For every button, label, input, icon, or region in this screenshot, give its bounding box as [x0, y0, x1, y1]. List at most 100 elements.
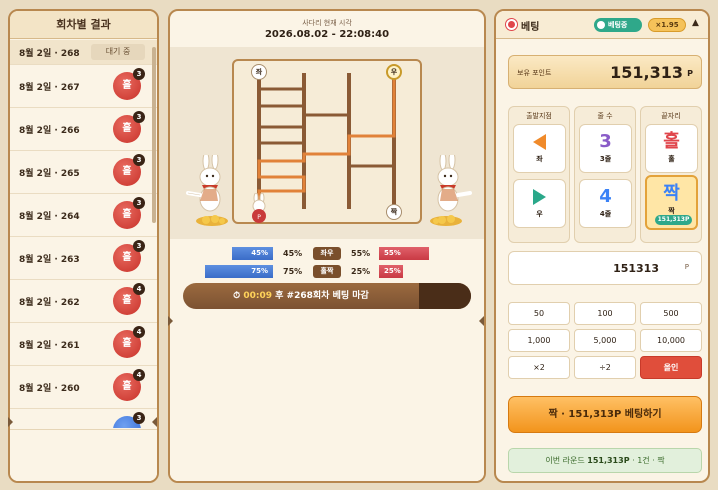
round-results-title: 회차별 결과	[10, 11, 157, 39]
chip-1000-button[interactable]: 1,000	[508, 329, 570, 352]
option-label: 우	[536, 210, 543, 218]
results-scrollbar[interactable]	[152, 47, 156, 223]
center-panel-footer	[170, 323, 484, 481]
list-item[interactable]: 8월 2일 · 264 홀 3	[10, 194, 157, 237]
betting-countdown: ⏱ 00:09 후 #268회차 베팅 마감	[183, 283, 471, 309]
chip-10000-button[interactable]: 10,000	[640, 329, 702, 352]
bet-amount-input[interactable]	[509, 252, 659, 284]
option-label: 3줄	[599, 155, 612, 163]
option-label: 홀	[668, 155, 675, 163]
option-value: 홀	[663, 131, 680, 152]
betting-header: 베팅 베팅중 ×1.95 ▲	[496, 11, 708, 39]
list-item[interactable]: 8월 2일 · 263 홀 3	[10, 237, 157, 280]
round-results-panel: 회차별 결과 8월 2일 · 268 대기 중 8월 2일 · 267 홀 3 …	[8, 9, 159, 483]
chevron-right-icon[interactable]	[8, 417, 13, 427]
chip-500-button[interactable]: 500	[640, 302, 702, 325]
list-item[interactable]: 8월 2일 · 260 홀 4	[10, 366, 157, 409]
line-count-badge: 3	[133, 154, 145, 166]
stat-label: 좌우	[313, 247, 341, 260]
collapse-icon[interactable]: ▲	[692, 18, 699, 28]
balance-unit: P	[687, 69, 693, 78]
summary-prefix: 이번 라운드	[545, 456, 588, 465]
line-count-badge: 4	[133, 326, 145, 338]
balance-value: 151,313	[610, 63, 683, 82]
option-odd[interactable]: 홀 홀	[645, 124, 698, 173]
option-left[interactable]: 좌	[513, 124, 566, 173]
chevron-left-icon[interactable]	[152, 417, 157, 427]
option-even[interactable]: 짝 짝 151,313P	[645, 175, 698, 230]
countdown-remaining	[419, 283, 471, 309]
option-value: 짝	[663, 183, 680, 204]
even-bar: 25%	[379, 265, 403, 278]
round-summary: 이번 라운드 151,313P · 1건 · 짝	[508, 448, 702, 473]
list-item[interactable]: 8월 2일 · 268 대기 중	[10, 40, 157, 65]
rabbit-token-icon: P	[252, 193, 266, 223]
list-item[interactable]: 8월 2일 · 262 홀 4	[10, 280, 157, 323]
countdown-message: 후 #268회차 베팅 마감	[272, 291, 369, 301]
round-label: 8월 2일 · 264	[19, 211, 80, 222]
multiplier-badge: ×1.95	[648, 18, 686, 32]
line-count-badge: 4	[133, 283, 145, 295]
left-panel-footer	[10, 429, 157, 481]
ladder-time-value: 2026.08.02 - 22:08:40	[264, 29, 390, 40]
chip-100-button[interactable]: 100	[574, 302, 636, 325]
ladder-time-label: 사다리 현재 시각	[302, 19, 352, 27]
half-button[interactable]: ÷2	[574, 356, 636, 379]
option-3-lines[interactable]: 3 3줄	[579, 124, 632, 173]
place-bet-button[interactable]: 짝 · 151,313P 베팅하기	[508, 396, 702, 433]
line-count-group: 줄 수 3 3줄 4 4줄	[574, 106, 636, 243]
countdown-time: 00:09	[243, 291, 272, 301]
round-label: 8월 2일 · 266	[19, 125, 80, 136]
target-icon	[506, 19, 517, 30]
balance-label: 보유 포인트	[517, 69, 552, 77]
node-right: 우	[386, 64, 402, 80]
ladder-game-panel: 사다리 현재 시각 2026.08.02 - 22:08:40 좌 우 짝 P …	[168, 9, 486, 483]
rabbit-mascot-left	[186, 155, 228, 226]
line-count-badge: 3	[133, 197, 145, 209]
clock-icon: ⏱	[233, 291, 241, 301]
stat-label: 홀짝	[313, 265, 341, 278]
list-item[interactable]: 8월 2일 · 261 홀 4	[10, 323, 157, 366]
node-left: 좌	[251, 64, 267, 80]
option-4-lines[interactable]: 4 4줄	[579, 179, 632, 228]
ladder-board: 좌 우 짝 P	[232, 59, 422, 224]
start-point-group: 출발지점 좌 우	[508, 106, 570, 243]
waiting-badge: 대기 중	[91, 44, 145, 60]
round-label: 8월 2일 · 260	[19, 383, 80, 394]
right-percent: 55%	[351, 249, 371, 258]
group-title: 출발지점	[526, 112, 552, 120]
list-item[interactable]: 8월 2일 · 266 홀 3	[10, 108, 157, 151]
option-label: 좌	[536, 155, 543, 163]
option-right[interactable]: 우	[513, 179, 566, 228]
round-label: 8월 2일 · 267	[19, 82, 80, 93]
status-badge: 베팅중	[594, 18, 642, 32]
left-bar: 45%	[232, 247, 273, 260]
bet-amount-field[interactable]: P	[508, 251, 702, 285]
end-digit-group: 끝자리 홀 홀 짝 짝 151,313P	[640, 106, 702, 243]
round-label: 8월 2일 · 263	[19, 254, 80, 265]
countdown-text: ⏱ 00:09 후 #268회차 베팅 마감	[183, 283, 419, 309]
chevron-left-icon[interactable]	[479, 316, 484, 326]
left-percent: 45%	[283, 249, 303, 258]
round-label: 8월 2일 · 265	[19, 168, 80, 179]
round-results-list[interactable]: 8월 2일 · 268 대기 중 8월 2일 · 267 홀 3 8월 2일 ·…	[10, 40, 157, 428]
svg-text:P: P	[257, 214, 261, 221]
bet-amount-unit: P	[684, 263, 689, 271]
node-even: 짝	[386, 204, 402, 220]
summary-suffix: · 1건 · 짝	[629, 456, 665, 465]
list-item[interactable]: 8월 2일 · 265 홀 3	[10, 151, 157, 194]
line-count-badge: 3	[133, 240, 145, 252]
chip-5000-button[interactable]: 5,000	[574, 329, 636, 352]
line-count-badge: 3	[133, 412, 145, 424]
double-button[interactable]: ×2	[508, 356, 570, 379]
all-in-button[interactable]: 올인	[640, 356, 702, 379]
group-title: 줄 수	[597, 112, 613, 120]
option-label: 4줄	[599, 210, 612, 218]
list-item[interactable]: 8월 2일 · 267 홀 3	[10, 65, 157, 108]
chip-50-button[interactable]: 50	[508, 302, 570, 325]
stat-row-odd-even: 75% 75% 홀짝 25% 25%	[170, 265, 484, 279]
chevron-right-icon[interactable]	[168, 316, 173, 326]
list-item[interactable]: 3	[10, 409, 157, 428]
round-label: 8월 2일 · 261	[19, 340, 80, 351]
group-title: 끝자리	[661, 112, 681, 120]
